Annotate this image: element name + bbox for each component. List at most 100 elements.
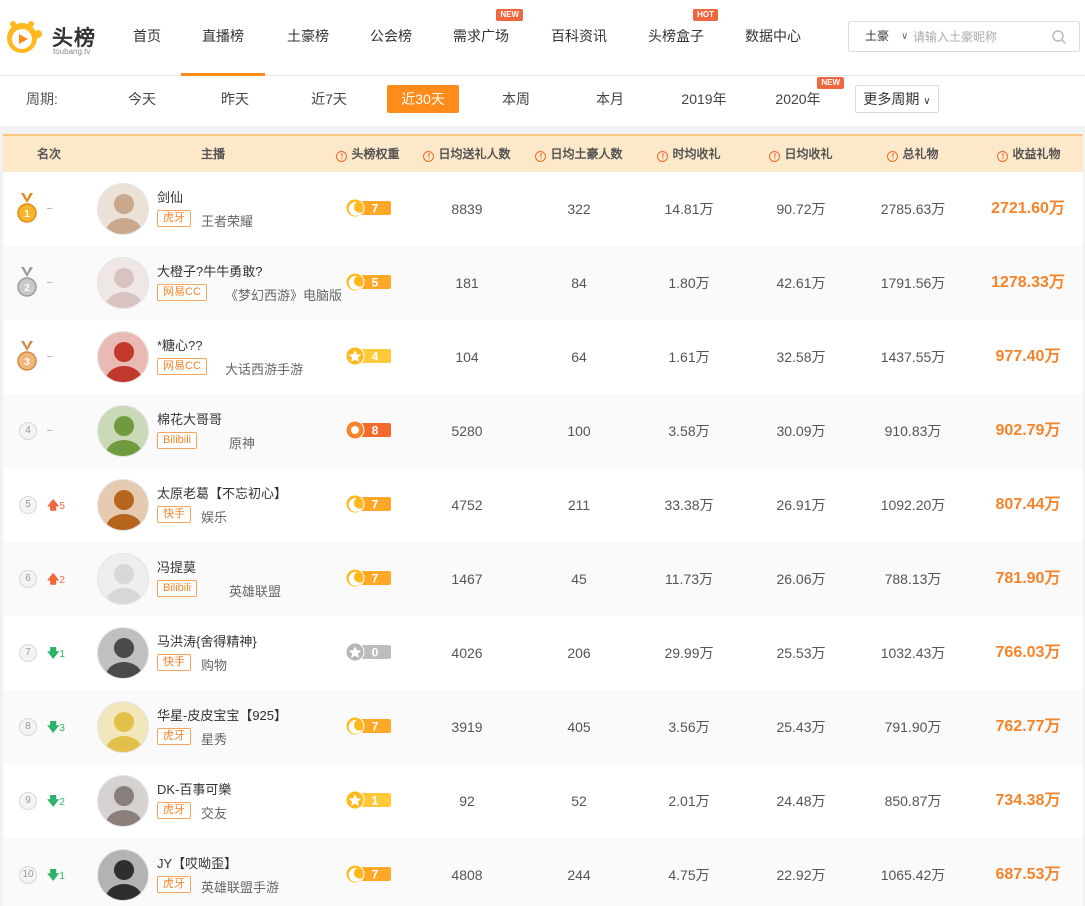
income-value: 2721.60万	[991, 200, 1065, 217]
avatar[interactable]	[97, 701, 149, 753]
nav-toubang-box[interactable]: 头榜盒子 HOT	[648, 0, 718, 76]
platform-tag: Bilibili	[157, 432, 198, 449]
nav-label: 土豪榜	[287, 28, 329, 44]
income-value: 1278.33万	[991, 274, 1065, 291]
platform-tag: 网易CC	[157, 284, 207, 301]
info-icon[interactable]: !	[657, 151, 669, 162]
senders-value: 1467	[451, 571, 483, 587]
table-row[interactable]: 1 – 剑仙 虎牙 王者荣耀 7 8839 322 14.81万 90.72万 …	[3, 172, 1083, 246]
avatar-image	[98, 184, 148, 234]
daily-value: 42.61万	[776, 275, 826, 291]
anchor-name[interactable]: 冯提莫	[157, 557, 196, 576]
table-row[interactable]: 3 – *糖心?? 网易CC 大话西游手游 4 104 64 1.61万 32.…	[3, 320, 1083, 394]
nav-tycoon-ranking[interactable]: 土豪榜	[287, 0, 329, 76]
senders-value: 4752	[451, 497, 483, 513]
table-row[interactable]: 9 🡇2 DK-百事可樂 虎牙 交友 1 92 52 2.01万 24.48万 …	[3, 764, 1083, 838]
nav-live-ranking[interactable]: 直播榜	[181, 0, 265, 76]
header-total[interactable]: ! 总礼物	[873, 136, 953, 172]
header-rank[interactable]: 名次	[23, 136, 75, 172]
avatar[interactable]	[97, 331, 149, 383]
header-weight[interactable]: ! 头榜权重	[333, 136, 403, 172]
table-row[interactable]: 5 🡅5 太原老葛【不忘初心】 快手 娱乐 7 4752 211 33.38万 …	[3, 468, 1083, 542]
anchor-name[interactable]: DK-百事可樂	[157, 779, 231, 798]
avatar[interactable]	[97, 183, 149, 235]
info-icon[interactable]: !	[997, 151, 1009, 162]
period-yesterday[interactable]: 昨天	[203, 85, 267, 113]
platform-tag: 快手	[157, 506, 191, 523]
header-hourly[interactable]: ! 时均收礼	[643, 136, 735, 172]
total-value: 1092.20万	[880, 497, 946, 513]
header-tycoons[interactable]: ! 日均土豪人数	[527, 136, 631, 172]
senders-value: 4808	[451, 867, 483, 883]
info-icon[interactable]: !	[423, 151, 435, 162]
header-income[interactable]: ! 收益礼物	[983, 136, 1075, 172]
hot-badge: HOT	[693, 9, 718, 21]
anchor-name[interactable]: 马洪涛{舍得精神}	[157, 631, 257, 650]
header-label: 总礼物	[902, 147, 939, 161]
avatar[interactable]	[97, 553, 149, 605]
platform-tag: 虎牙	[157, 876, 191, 893]
avatar[interactable]	[97, 775, 149, 827]
anchor-name[interactable]: JY【哎呦歪】	[157, 853, 237, 872]
anchor-name[interactable]: 棉花大哥哥	[157, 409, 222, 428]
header-senders[interactable]: ! 日均送礼人数	[415, 136, 519, 172]
site-logo[interactable]: 头榜 toubang.tv	[2, 12, 98, 58]
table-row[interactable]: 8 🡇3 华星-皮皮宝宝【925】 虎牙 星秀 7 3919 405 3.56万…	[3, 690, 1083, 764]
search-type-select[interactable]: 土豪	[865, 22, 889, 51]
period-2019[interactable]: 2019年	[672, 85, 736, 113]
table-row[interactable]: 10 🡇1 JY【哎呦歪】 虎牙 英雄联盟手游 7 4808 244 4.75万…	[3, 838, 1083, 906]
table-row[interactable]: 2 – 大橙子?牛牛勇敢? 网易CC 《梦幻西游》电脑版 5 181 84 1.…	[3, 246, 1083, 320]
anchor-name[interactable]: 剑仙	[157, 187, 183, 206]
nav-encyclopedia[interactable]: 百科资讯	[551, 0, 607, 76]
svg-text:5: 5	[372, 276, 379, 290]
more-periods-dropdown[interactable]: 更多周期 ∨	[855, 85, 939, 113]
anchor-name[interactable]: 华星-皮皮宝宝【925】	[157, 705, 287, 724]
nav-home[interactable]: 首页	[133, 0, 161, 76]
arrow-down-icon: 🡇	[47, 720, 60, 734]
total-value: 791.90万	[884, 719, 942, 735]
table-row[interactable]: 4 – 棉花大哥哥 Bilibili 原神 8 5280 100 3.58万 3…	[3, 394, 1083, 468]
avatar-image	[98, 258, 148, 308]
nav-guild-ranking[interactable]: 公会榜	[370, 0, 412, 76]
trend-value: –	[47, 425, 53, 436]
rank-trend: –	[47, 394, 53, 468]
info-icon[interactable]: !	[535, 151, 547, 162]
period-today[interactable]: 今天	[110, 85, 174, 113]
avatar[interactable]	[97, 627, 149, 679]
anchor-name[interactable]: 大橙子?牛牛勇敢?	[157, 261, 262, 280]
period-this-month[interactable]: 本月	[578, 85, 642, 113]
header-label: 日均送礼人数	[438, 147, 511, 161]
search-icon[interactable]	[1051, 29, 1067, 45]
period-7-days[interactable]: 近7天	[297, 85, 361, 113]
search-input[interactable]	[913, 26, 1043, 47]
table-row[interactable]: 6 🡅2 冯提莫 Bilibili 英雄联盟 7 1467 45 11.73万 …	[3, 542, 1083, 616]
info-icon[interactable]: !	[887, 151, 899, 162]
senders-value: 3919	[451, 719, 483, 735]
anchor-name[interactable]: 太原老葛【不忘初心】	[157, 483, 287, 502]
nav-demand-square[interactable]: 需求广场 NEW	[453, 0, 523, 76]
period-option-label: 今天	[128, 91, 156, 107]
period-2020[interactable]: 2020年 NEW	[766, 77, 844, 113]
svg-text:7: 7	[372, 720, 379, 734]
total-value: 1791.56万	[880, 275, 946, 291]
table-row[interactable]: 7 🡇1 马洪涛{舍得精神} 快手 购物 0 4026 206 29.99万 2…	[3, 616, 1083, 690]
hourly-value: 33.38万	[664, 497, 714, 513]
avatar[interactable]	[97, 849, 149, 901]
total-value: 2785.63万	[880, 201, 946, 217]
header-daily[interactable]: ! 日均收礼	[755, 136, 847, 172]
nav-data-center[interactable]: 数据中心	[745, 0, 801, 76]
period-this-week[interactable]: 本周	[484, 85, 548, 113]
avatar[interactable]	[97, 479, 149, 531]
rank-number: 10	[19, 866, 37, 884]
anchor-name[interactable]: *糖心??	[157, 335, 203, 354]
period-option-label: 2019年	[681, 91, 727, 107]
info-icon[interactable]: !	[336, 151, 348, 162]
chevron-down-icon[interactable]: ∨	[901, 22, 908, 51]
info-icon[interactable]: !	[769, 151, 781, 162]
header-label: 收益礼物	[1012, 147, 1061, 161]
avatar[interactable]	[97, 405, 149, 457]
rank-trend: 🡅2	[47, 542, 65, 618]
avatar[interactable]	[97, 257, 149, 309]
period-30-days[interactable]: 近30天	[387, 85, 459, 113]
total-value: 788.13万	[884, 571, 942, 587]
